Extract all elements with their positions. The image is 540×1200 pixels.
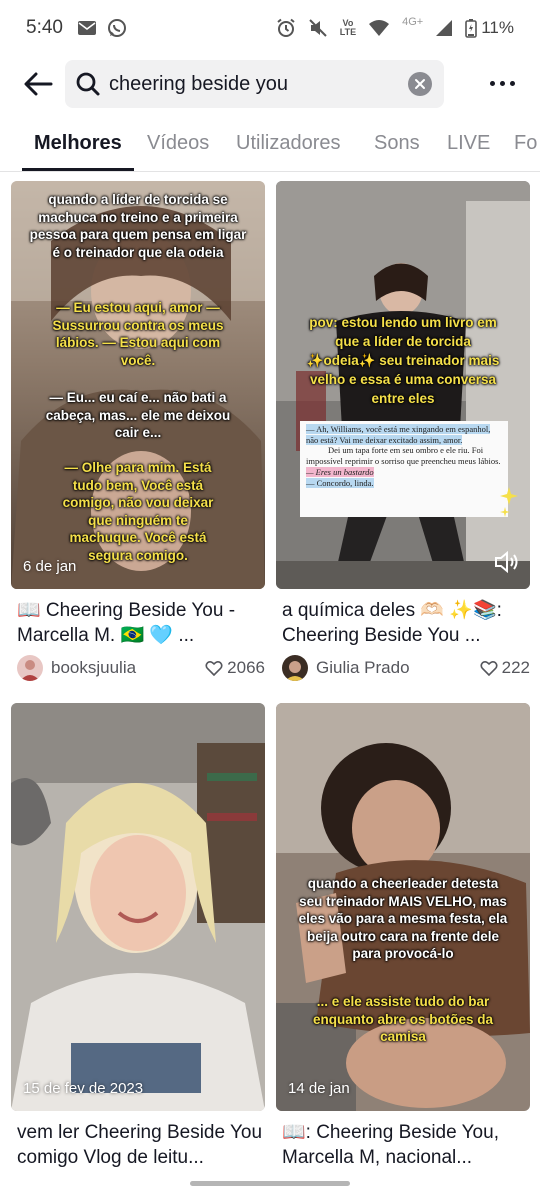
search-query[interactable]: cheering beside you: [109, 73, 408, 96]
like-count: 2066: [205, 658, 265, 678]
book-text: — Eres un bastardo: [306, 466, 374, 477]
video-card[interactable]: 15 de fev de 2023 vem ler Cheering Besid…: [11, 703, 265, 1180]
like-count: 222: [480, 658, 530, 678]
alarm-icon: [277, 18, 295, 37]
video-caption-dialogue: — Olhe para mim. Está tudo bem, Você est…: [62, 460, 214, 563]
video-caption-dialogue: — Eu estou aqui, amor — Sussurrou contra…: [52, 300, 224, 368]
battery-level: 11%: [481, 18, 514, 37]
home-indicator[interactable]: [190, 1181, 350, 1186]
tab-live[interactable]: LIVE: [447, 132, 490, 155]
avatar[interactable]: [282, 655, 308, 681]
heart-icon: [205, 660, 223, 676]
thumbnail-image: [11, 703, 265, 1111]
clear-search-button[interactable]: [408, 72, 432, 96]
video-title[interactable]: 📖 Cheering Beside You - Marcella M. 🇧🇷 🩵…: [17, 598, 265, 648]
video-thumbnail[interactable]: quando a cheerleader detesta seu treinad…: [276, 703, 530, 1111]
video-thumbnail[interactable]: 15 de fev de 2023: [11, 703, 265, 1111]
video-thumbnail[interactable]: quando a líder de torcida se machuca no …: [11, 181, 265, 589]
tab-videos[interactable]: Vídeos: [147, 132, 209, 155]
mail-icon: [77, 21, 96, 35]
search-icon: [76, 72, 100, 96]
video-title[interactable]: 📖: Cheering Beside You, Marcella M, naci…: [282, 1120, 530, 1170]
video-card[interactable]: quando a líder de torcida se machuca no …: [11, 181, 265, 681]
book-line: — Eres un bastardo: [306, 466, 502, 478]
search-header: cheering beside you: [0, 58, 540, 110]
book-text: — Concordo, linda.: [306, 477, 374, 488]
heart-icon: [480, 660, 498, 676]
volte-icon: Vo LTE: [340, 19, 356, 37]
author-name[interactable]: booksjuulia: [51, 658, 205, 678]
video-date: 14 de jan: [288, 1080, 350, 1097]
avatar[interactable]: [17, 655, 43, 681]
video-thumbnail[interactable]: pov: estou lendo um livro em que a líder…: [276, 181, 530, 589]
volte-mid: LTE: [339, 27, 357, 37]
more-dot: [489, 80, 495, 86]
video-caption: quando a cheerleader detesta seu treinad…: [298, 876, 508, 961]
author-name[interactable]: Giulia Prado: [316, 658, 480, 678]
video-caption: ... e ele assiste tudo do bar enquanto a…: [312, 994, 494, 1044]
video-meta: booksjuulia 2066: [17, 654, 265, 682]
video-date: 15 de fev de 2023: [23, 1080, 144, 1097]
book-line: — Ah, Williams, você está me xingando em…: [306, 424, 502, 445]
back-button[interactable]: [20, 66, 56, 102]
tab-sons[interactable]: Sons: [374, 132, 420, 155]
video-date: 6 de jan: [23, 558, 77, 575]
status-time: 5:40: [26, 17, 63, 38]
signal-icon: [436, 20, 453, 36]
video-card[interactable]: quando a cheerleader detesta seu treinad…: [276, 703, 530, 1180]
like-count-value: 2066: [227, 658, 265, 677]
video-title[interactable]: a química deles 🫶🏻 ✨📚: Cheering Beside Y…: [282, 598, 530, 648]
video-caption: quando a líder de torcida se machuca no …: [29, 192, 247, 260]
more-dot: [499, 80, 505, 86]
volume-icon[interactable]: [494, 551, 520, 573]
video-card[interactable]: pov: estou lendo um livro em que a líder…: [276, 181, 530, 681]
whatsapp-icon: [107, 19, 126, 37]
wifi-icon: [369, 20, 390, 36]
like-count-value: 222: [501, 658, 530, 677]
tab-melhores[interactable]: Melhores: [34, 132, 122, 155]
active-tab-indicator: [22, 168, 134, 171]
search-tabs: Melhores Vídeos Utilizadores Sons LIVE F…: [0, 122, 540, 172]
battery-icon: [465, 19, 478, 38]
more-dot: [509, 80, 515, 86]
tab-utilizadores[interactable]: Utilizadores: [236, 132, 340, 155]
book-page-excerpt: — Ah, Williams, você está me xingando em…: [300, 421, 508, 517]
tab-following[interactable]: Fo: [514, 132, 537, 155]
search-input[interactable]: cheering beside you: [65, 60, 444, 108]
book-text: — Ah, Williams, você está me xingando em…: [306, 424, 491, 445]
network-type: 4G+: [402, 16, 424, 28]
sparkle-icon: [500, 487, 518, 517]
mute-icon: [309, 19, 327, 37]
back-arrow-icon: [24, 72, 53, 96]
book-line: — Concordo, linda.: [306, 477, 502, 489]
more-options-button[interactable]: [482, 68, 522, 98]
status-bar: 5:40 Vo LTE 4G+ 11%: [0, 0, 540, 56]
video-caption-dialogue: — Eu... eu caí e... não bati a cabeça, m…: [45, 390, 231, 440]
video-title[interactable]: vem ler Cheering Beside You comigo Vlog …: [17, 1120, 265, 1170]
video-meta: Giulia Prado 222: [282, 654, 530, 682]
close-icon: [415, 79, 425, 89]
book-line: Dei um tapa forte em seu ombro e ele riu…: [306, 445, 501, 467]
video-caption: pov: estou lendo um livro em que a líder…: [306, 315, 500, 406]
